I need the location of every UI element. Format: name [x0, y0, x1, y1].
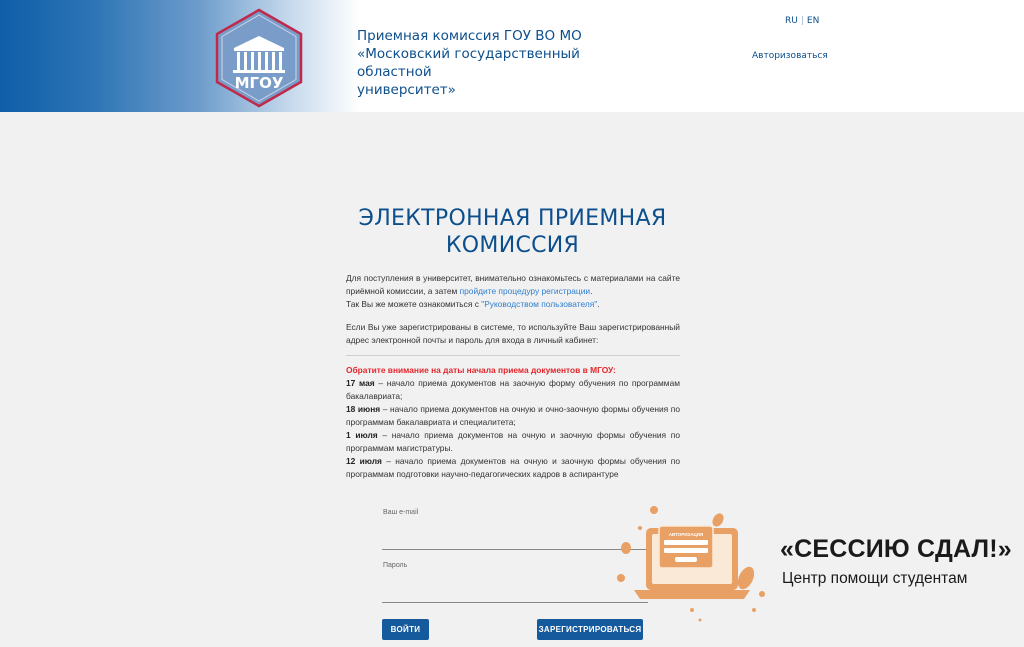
user-guide-link[interactable]: "Руководством пользователя" — [481, 299, 597, 309]
password-field[interactable] — [383, 577, 648, 601]
intro-content: Для поступления в университет, вниматель… — [346, 272, 680, 481]
language-switcher: RU | EN — [785, 16, 819, 26]
page-title: ЭЛЕКТРОННАЯ ПРИЕМНАЯ КОМИССИЯ — [358, 206, 667, 258]
watermark-title: «СЕССИЮ СДАЛ!» — [780, 535, 1012, 563]
date-item: 12 июля – начало приема документов на оч… — [346, 456, 680, 479]
password-underline — [382, 602, 648, 603]
email-underline — [382, 549, 648, 550]
svg-text:АВТОРИЗАЦИЯ: АВТОРИЗАЦИЯ — [669, 532, 704, 537]
watermark-subtitle: Центр помощи студентам — [782, 570, 968, 587]
registered-paragraph: Если Вы уже зарегистрированы в системе, … — [346, 322, 680, 345]
divider — [346, 355, 680, 356]
mgou-logo[interactable]: МГОУ — [214, 8, 304, 108]
lang-en-link[interactable]: EN — [807, 16, 819, 26]
site-header: МГОУ Приемная комиссия ГОУ ВО МО «Москов… — [0, 0, 1024, 112]
guide-paragraph: Так Вы же можете ознакомиться с "Руковод… — [346, 299, 600, 309]
date-item: 17 мая – начало приема документов на зао… — [346, 378, 680, 401]
dates-notice-title: Обратите внимание на даты начала приема … — [346, 365, 616, 375]
lang-separator: | — [800, 16, 804, 26]
email-label: Ваш e-mail — [383, 509, 419, 516]
laptop-illustration: АВТОРИЗАЦИЯ — [617, 506, 765, 622]
lang-ru-link[interactable]: RU — [785, 16, 798, 26]
login-button[interactable]: ВОЙТИ — [382, 619, 429, 640]
date-item: 1 июля – начало приема документов на очн… — [346, 430, 680, 453]
date-item: 18 июня – начало приема документов на оч… — [346, 404, 680, 427]
login-link[interactable]: Авторизоваться — [752, 51, 828, 61]
site-title: Приемная комиссия ГОУ ВО МО «Московский … — [357, 28, 582, 98]
svg-text:МГОУ: МГОУ — [235, 74, 284, 92]
intro-paragraph: Для поступления в университет, вниматель… — [346, 273, 680, 296]
register-procedure-link[interactable]: пройдите процедуру регистрации — [460, 286, 590, 296]
email-field[interactable] — [383, 524, 648, 548]
password-label: Пароль — [383, 562, 408, 569]
